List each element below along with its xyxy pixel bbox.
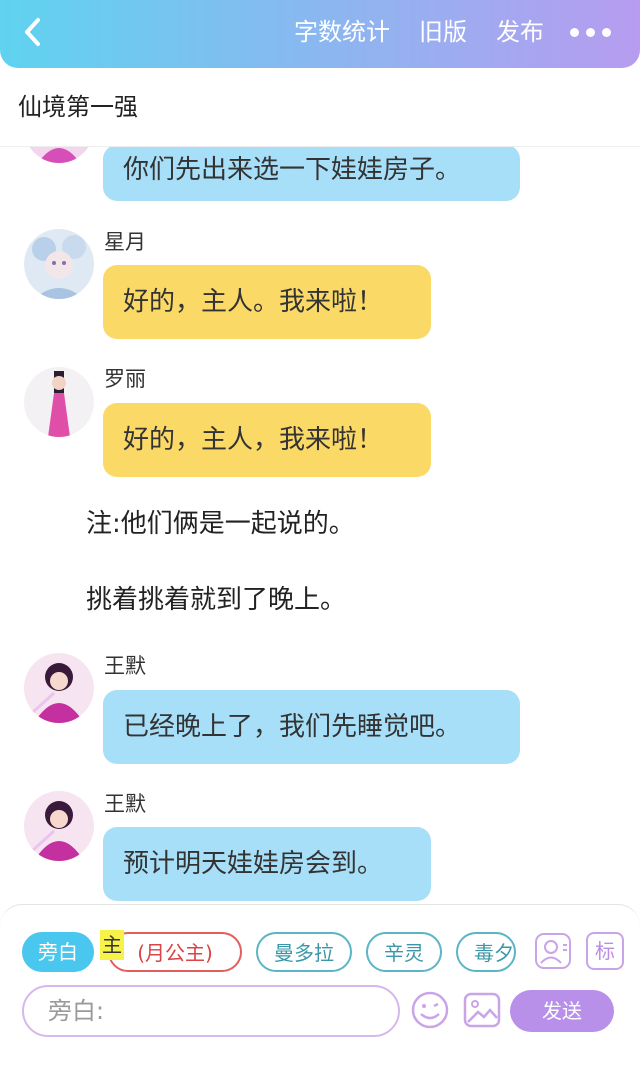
- avatar-wangmo-partial[interactable]: [24, 147, 94, 163]
- word-count-button[interactable]: 字数统计: [294, 16, 390, 48]
- more-dots-icon[interactable]: [570, 22, 626, 42]
- publish-button[interactable]: 发布: [496, 16, 544, 48]
- image-icon[interactable]: [462, 990, 502, 1030]
- avatar-wangmo[interactable]: [24, 791, 94, 861]
- role-chip-mandora[interactable]: 曼多拉: [256, 932, 352, 972]
- narration-text: 注:他们俩是一起说的。: [86, 509, 355, 539]
- sender-name: 罗丽: [104, 367, 146, 391]
- message-bubble: 你们先出来选一下娃娃房子。: [103, 147, 520, 201]
- role-chip-xinling[interactable]: 辛灵: [366, 932, 442, 972]
- emoji-icon[interactable]: [410, 990, 450, 1030]
- mark-button[interactable]: 标: [586, 932, 624, 970]
- role-chip-duxi[interactable]: 毒夕: [456, 932, 516, 972]
- message-bubble: 好的，主人，我来啦！: [103, 403, 431, 477]
- old-version-button[interactable]: 旧版: [419, 16, 467, 48]
- message-bubble: 已经晚上了，我们先睡觉吧。: [103, 690, 520, 764]
- chat-area[interactable]: 你们先出来选一下娃娃房子。 星月 好的，主人。我来啦！ 罗丽 好的，主人，我来啦…: [0, 147, 640, 905]
- title-bar: 仙境第一强: [0, 68, 640, 147]
- message-input[interactable]: 旁白:: [22, 985, 400, 1037]
- sender-name: 王默: [104, 654, 146, 678]
- avatar-xingyue[interactable]: [24, 229, 94, 299]
- character-manage-icon[interactable]: [534, 932, 572, 970]
- role-chip-aside[interactable]: 旁白: [22, 932, 94, 972]
- back-arrow-icon[interactable]: [16, 14, 52, 50]
- sender-name: 星月: [104, 230, 146, 254]
- role-chip-moon-princess[interactable]: (月公主): [108, 932, 242, 972]
- page-title: 仙境第一强: [18, 93, 138, 121]
- top-bar: 字数统计 旧版 发布: [0, 0, 640, 68]
- narration-text: 挑着挑着就到了晚上。: [86, 585, 347, 615]
- message-bubble: 好的，主人。我来啦！: [103, 265, 431, 339]
- send-button[interactable]: 发送: [510, 990, 614, 1032]
- message-bubble: 预计明天娃娃房会到。: [103, 827, 431, 901]
- main-role-tag: 主: [100, 930, 124, 960]
- avatar-wangmo[interactable]: [24, 653, 94, 723]
- sender-name: 王默: [104, 792, 146, 816]
- avatar-luoli[interactable]: [24, 367, 94, 437]
